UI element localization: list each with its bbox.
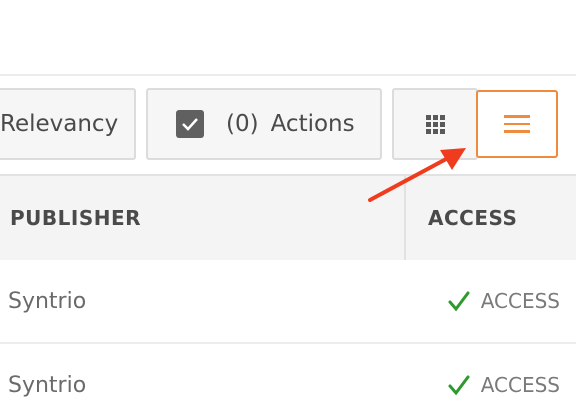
access-label: ACCESS xyxy=(480,289,560,313)
table-row[interactable]: Syntrio ACCESS xyxy=(0,260,576,344)
grid-icon xyxy=(426,114,445,134)
sort-label: Relevancy xyxy=(0,111,119,137)
grid-view-button[interactable] xyxy=(392,88,478,160)
actions-label: Actions xyxy=(270,111,355,137)
table-header: PUBLISHER ACCESS xyxy=(0,174,576,260)
publisher-cell: Syntrio xyxy=(8,288,87,314)
publisher-cell: Syntrio xyxy=(8,372,87,398)
top-area xyxy=(0,0,576,76)
checkbox-icon xyxy=(176,110,204,138)
actions-count: (0) xyxy=(226,111,259,137)
table-row[interactable]: Syntrio ACCESS xyxy=(0,344,576,416)
column-header-publisher[interactable]: PUBLISHER xyxy=(10,176,141,260)
toolbar: Relevancy (0) Actions xyxy=(0,76,576,176)
column-header-access[interactable]: ACCESS xyxy=(404,176,576,260)
actions-button[interactable]: (0) Actions xyxy=(146,88,382,160)
check-icon xyxy=(447,290,471,312)
list-icon xyxy=(504,115,530,133)
sort-button[interactable]: Relevancy xyxy=(0,88,136,160)
check-icon xyxy=(447,374,471,396)
access-cell: ACCESS xyxy=(447,344,560,416)
page: Relevancy (0) Actions PUBLISHER ACCESS S… xyxy=(0,0,576,416)
access-label: ACCESS xyxy=(480,373,560,397)
access-cell: ACCESS xyxy=(447,260,560,342)
list-view-button[interactable] xyxy=(476,90,558,158)
